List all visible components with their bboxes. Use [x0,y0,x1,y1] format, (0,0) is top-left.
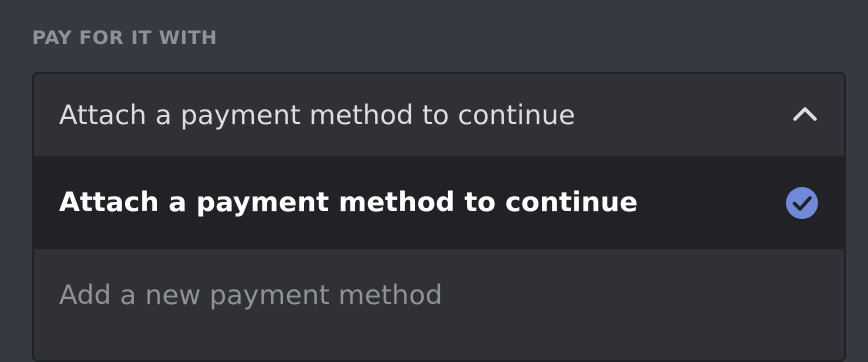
selected-value: Attach a payment method to continue [59,99,576,131]
option-add-new-payment-method[interactable]: Add a new payment method [34,249,844,342]
option-attach-payment-method[interactable]: Attach a payment method to continue [34,156,844,249]
option-label: Attach a payment method to continue [59,187,638,218]
chevron-up-icon[interactable] [792,103,818,123]
payment-method-select[interactable]: Attach a payment method to continue Atta… [32,72,846,362]
section-label: PAY FOR IT WITH [32,27,218,49]
checkmark-circle-icon [786,187,818,219]
select-trigger[interactable]: Attach a payment method to continue [34,74,844,156]
option-label: Add a new payment method [59,280,443,311]
